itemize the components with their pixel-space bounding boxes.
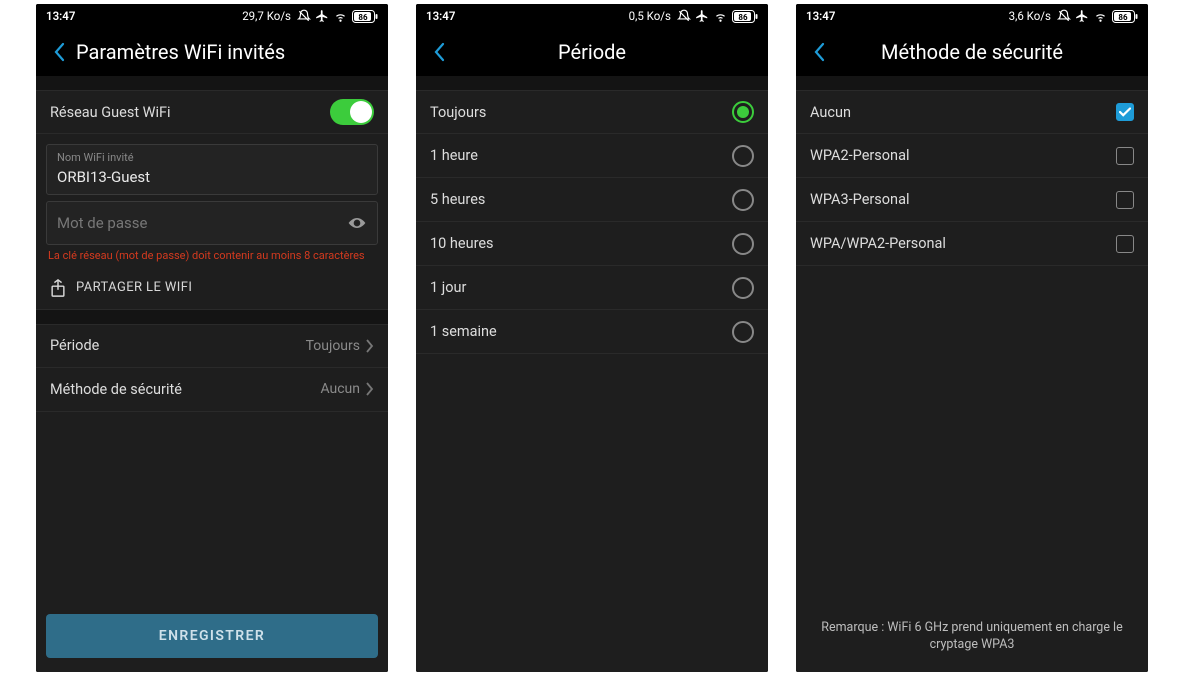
radio-icon	[732, 233, 754, 255]
ssid-floating-label: Nom WiFi invité	[57, 151, 367, 164]
period-option-1d[interactable]: 1 jour	[416, 266, 768, 310]
share-wifi-button[interactable]: PARTAGER LE WIFI	[46, 269, 378, 309]
status-bar: 13:47 0,5 Ko/s 86	[416, 4, 768, 28]
status-bar: 13:47 3,6 Ko/s 86	[796, 4, 1148, 28]
share-icon	[50, 279, 66, 297]
period-option-5h[interactable]: 5 heures	[416, 178, 768, 222]
radio-selected-icon	[732, 101, 754, 123]
radio-icon	[732, 321, 754, 343]
security-row[interactable]: Méthode de sécurité Aucun	[36, 368, 388, 412]
wifi-icon	[1093, 9, 1108, 23]
screen-security-method: 13:47 3,6 Ko/s 86 Méthode de sécurité Au…	[796, 4, 1148, 672]
page-title: Paramètres WiFi invités	[76, 40, 380, 64]
guest-wifi-form: Nom WiFi invité ORBI13-Guest Mot de pass…	[36, 134, 388, 310]
password-placeholder: Mot de passe	[57, 214, 347, 232]
guest-wifi-toggle-row[interactable]: Réseau Guest WiFi	[36, 90, 388, 134]
header: Méthode de sécurité	[796, 28, 1148, 76]
airplane-icon	[1075, 9, 1089, 23]
status-data-rate: 3,6 Ko/s	[1009, 9, 1051, 23]
security-option-wpa3[interactable]: WPA3-Personal	[796, 178, 1148, 222]
period-option-1w[interactable]: 1 semaine	[416, 310, 768, 354]
option-label: WPA3-Personal	[810, 191, 1116, 208]
option-label: 1 heure	[430, 147, 732, 164]
option-label: 5 heures	[430, 191, 732, 208]
status-data-rate: 29,7 Ko/s	[242, 9, 291, 23]
status-icons: 86	[1057, 9, 1138, 23]
radio-icon	[732, 189, 754, 211]
chevron-left-icon	[433, 42, 447, 62]
ssid-value: ORBI13-Guest	[57, 168, 367, 186]
bell-off-icon	[297, 9, 311, 23]
period-option-always[interactable]: Toujours	[416, 90, 768, 134]
page-title: Méthode de sécurité	[836, 40, 1140, 64]
battery-icon: 86	[1112, 10, 1138, 23]
status-time: 13:47	[426, 9, 455, 23]
guest-wifi-toggle-label: Réseau Guest WiFi	[50, 104, 330, 121]
option-label: Toujours	[430, 104, 732, 121]
chevron-right-icon	[366, 339, 374, 353]
wifi-icon	[333, 9, 348, 23]
status-icons: 86	[677, 9, 758, 23]
checkbox-checked-icon	[1116, 103, 1134, 121]
period-row[interactable]: Période Toujours	[36, 324, 388, 368]
screen-period: 13:47 0,5 Ko/s 86 Période Toujours	[416, 4, 768, 672]
status-time: 13:47	[806, 9, 835, 23]
share-wifi-label: PARTAGER LE WIFI	[76, 280, 192, 295]
page-title: Période	[456, 40, 760, 64]
save-bar: ENREGISTRER	[36, 604, 388, 672]
header: Période	[416, 28, 768, 76]
radio-icon	[732, 277, 754, 299]
radio-icon	[732, 145, 754, 167]
option-label: 1 semaine	[430, 323, 732, 340]
checkbox-icon	[1116, 191, 1134, 209]
back-button[interactable]	[424, 36, 456, 68]
password-field[interactable]: Mot de passe	[46, 201, 378, 245]
chevron-left-icon	[53, 42, 67, 62]
option-label: 10 heures	[430, 235, 732, 252]
period-label: Période	[50, 337, 306, 354]
svg-text:86: 86	[738, 13, 748, 22]
guest-wifi-toggle[interactable]	[330, 99, 374, 125]
back-button[interactable]	[804, 36, 836, 68]
svg-text:86: 86	[1118, 13, 1128, 22]
airplane-icon	[315, 9, 329, 23]
wifi-icon	[713, 9, 728, 23]
option-label: Aucun	[810, 104, 1116, 121]
security-value: Aucun	[320, 381, 360, 397]
option-label: 1 jour	[430, 279, 732, 296]
header: Paramètres WiFi invités	[36, 28, 388, 76]
airplane-icon	[695, 9, 709, 23]
security-option-wpa-wpa2[interactable]: WPA/WPA2-Personal	[796, 222, 1148, 266]
screen-guest-wifi-settings: 13:47 29,7 Ko/s 86 Paramètres WiFi invit…	[36, 4, 388, 672]
period-value: Toujours	[306, 338, 360, 354]
status-time: 13:47	[46, 9, 75, 23]
status-data-rate: 0,5 Ko/s	[629, 9, 671, 23]
security-note: Remarque : WiFi 6 GHz prend uniquement e…	[796, 606, 1148, 672]
battery-icon: 86	[352, 10, 378, 23]
password-error: La clé réseau (mot de passe) doit conten…	[46, 245, 378, 269]
security-label: Méthode de sécurité	[50, 381, 320, 398]
battery-icon: 86	[732, 10, 758, 23]
security-option-wpa2[interactable]: WPA2-Personal	[796, 134, 1148, 178]
status-bar: 13:47 29,7 Ko/s 86	[36, 4, 388, 28]
back-button[interactable]	[44, 36, 76, 68]
save-button-label: ENREGISTRER	[159, 628, 265, 644]
svg-text:86: 86	[358, 13, 368, 22]
checkbox-icon	[1116, 235, 1134, 253]
eye-icon[interactable]	[347, 215, 367, 231]
save-button[interactable]: ENREGISTRER	[46, 614, 378, 658]
period-option-1h[interactable]: 1 heure	[416, 134, 768, 178]
status-icons: 86	[297, 9, 378, 23]
chevron-right-icon	[366, 382, 374, 396]
period-option-10h[interactable]: 10 heures	[416, 222, 768, 266]
bell-off-icon	[1057, 9, 1071, 23]
option-label: WPA2-Personal	[810, 147, 1116, 164]
chevron-left-icon	[813, 42, 827, 62]
security-option-none[interactable]: Aucun	[796, 90, 1148, 134]
ssid-field[interactable]: Nom WiFi invité ORBI13-Guest	[46, 144, 378, 195]
checkbox-icon	[1116, 147, 1134, 165]
option-label: WPA/WPA2-Personal	[810, 235, 1116, 252]
bell-off-icon	[677, 9, 691, 23]
